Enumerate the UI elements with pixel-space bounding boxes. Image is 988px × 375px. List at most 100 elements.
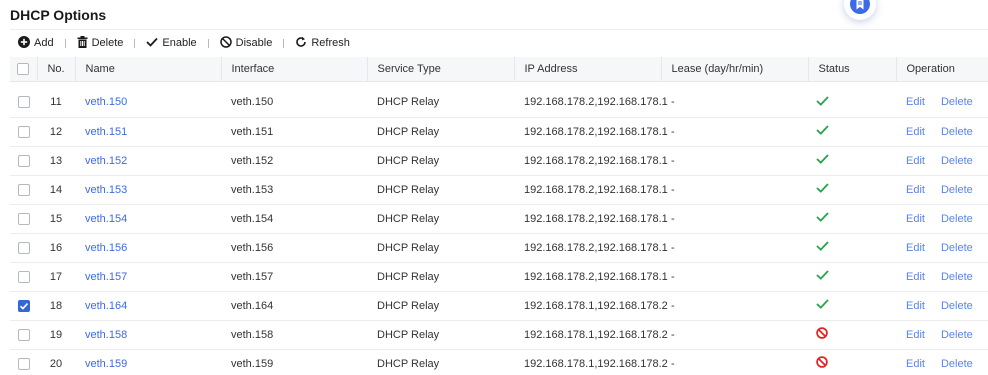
row-name-link[interactable]: veth.150 [75,88,221,117]
row-ip-address: 192.168.178.2,192.168.178.1 [524,183,668,196]
delete-link[interactable]: Delete [941,300,973,312]
row-checkbox[interactable] [10,262,37,291]
column-header-interface[interactable]: Interface [221,57,368,82]
column-header-service-type[interactable]: Service Type [367,57,515,82]
add-button[interactable]: Add [18,35,54,51]
select-all-checkbox[interactable] [10,57,38,82]
row-name-link[interactable]: veth.154 [75,204,221,233]
row-lease: - [671,270,675,283]
row-name-link[interactable]: veth.156 [75,233,221,262]
row-name-link[interactable]: veth.152 [75,146,221,175]
column-header-name[interactable]: Name [75,57,222,82]
edit-link[interactable]: Edit [906,242,925,254]
column-header-lease[interactable]: Lease (day/hr/min) [661,57,809,82]
row-lease: - [671,241,675,254]
row-number: 20 [49,357,63,370]
table-row[interactable]: 16 veth.156 veth.156 DHCP Relay 192.168.178.… [10,233,988,262]
edit-link[interactable]: Edit [906,271,925,283]
row-service-type: DHCP Relay [377,125,440,138]
table-row[interactable]: 20 veth.159 veth.159 DHCP Relay 192.168.178.… [10,349,988,375]
row-name-link[interactable]: veth.158 [75,320,221,349]
edit-link[interactable]: Edit [906,96,925,108]
row-checkbox[interactable] [10,204,37,233]
row-name-text[interactable]: veth.153 [85,184,127,196]
row-interface: veth.157 [231,270,274,283]
toolbar-divider [134,38,136,48]
row-checkbox[interactable] [10,88,37,117]
table-row[interactable]: 19 veth.158 veth.158 DHCP Relay 192.168.178.… [10,320,988,349]
delete-link[interactable]: Delete [941,96,973,108]
row-lease: - [671,96,675,109]
column-header-status[interactable]: Status [808,57,897,82]
row-operations: Edit Delete [896,291,988,320]
edit-link[interactable]: Edit [906,126,925,138]
table-header-row: No. Name Interface Service Type IP Addre… [10,57,988,82]
table-row[interactable]: 11 veth.150 veth.150 DHCP Relay 192.168.178.… [10,88,988,117]
row-name-text[interactable]: veth.158 [85,329,127,341]
row-name-text[interactable]: veth.156 [85,242,127,254]
refresh-label: Refresh [311,37,350,49]
row-name-link[interactable]: veth.153 [75,175,221,204]
row-service-type: DHCP Relay [377,328,440,341]
row-operations: Edit Delete [896,117,988,146]
delete-link[interactable]: Delete [941,126,973,138]
table-row[interactable]: 15 veth.154 veth.154 DHCP Relay 192.168.178.… [10,204,988,233]
status-enabled-check-icon [816,241,829,254]
row-status [808,262,896,291]
table-row[interactable]: 12 veth.151 veth.151 DHCP Relay 192.168.178.… [10,117,988,146]
row-name-link[interactable]: veth.151 [75,117,221,146]
edit-link[interactable]: Edit [906,213,925,225]
row-name-text[interactable]: veth.164 [85,300,127,312]
row-checkbox[interactable] [10,349,37,375]
row-interface: veth.159 [231,357,274,370]
edit-link[interactable]: Edit [906,184,925,196]
table-row[interactable]: 13 veth.152 veth.152 DHCP Relay 192.168.178.… [10,146,988,175]
edit-link[interactable]: Edit [906,300,925,312]
row-name-text[interactable]: veth.159 [85,358,127,370]
refresh-button[interactable]: Refresh [295,36,350,51]
row-checkbox[interactable] [10,175,37,204]
row-lease: - [671,154,675,167]
row-name-text[interactable]: veth.152 [85,155,127,167]
delete-button[interactable]: Delete [77,35,124,51]
row-checkbox[interactable] [10,146,37,175]
row-checkbox[interactable] [10,117,37,146]
row-service-type: DHCP Relay [377,183,440,196]
table-row[interactable]: 17 veth.157 veth.157 DHCP Relay 192.168.178.… [10,262,988,291]
header-spacer [10,81,988,88]
table-row[interactable]: 18 veth.164 veth.164 DHCP Relay 192.168.178.… [10,291,988,320]
delete-link[interactable]: Delete [941,155,973,167]
row-name-link[interactable]: veth.164 [75,291,221,320]
edit-link[interactable]: Edit [906,329,925,341]
delete-link[interactable]: Delete [941,358,973,370]
row-checkbox[interactable] [10,291,37,320]
edit-link[interactable]: Edit [906,358,925,370]
row-operations: Edit Delete [896,262,988,291]
disable-button[interactable]: Disable [219,35,272,51]
row-name-link[interactable]: veth.159 [75,349,221,375]
row-checkbox[interactable] [10,233,37,262]
delete-link[interactable]: Delete [941,242,973,254]
column-header-no[interactable]: No. [37,57,76,82]
row-name-text[interactable]: veth.157 [85,271,127,283]
row-name-link[interactable]: veth.157 [75,262,221,291]
row-number: 16 [49,241,63,254]
bookmark-float-button[interactable] [844,0,876,20]
column-header-ip-address[interactable]: IP Address [514,57,662,82]
row-status [808,320,896,349]
row-checkbox[interactable] [10,320,37,349]
delete-link[interactable]: Delete [941,329,973,341]
delete-link[interactable]: Delete [941,184,973,196]
row-name-text[interactable]: veth.154 [85,213,127,225]
edit-link[interactable]: Edit [906,155,925,167]
delete-label: Delete [91,37,124,49]
table-row[interactable]: 14 veth.153 veth.153 DHCP Relay 192.168.178.… [10,175,988,204]
delete-link[interactable]: Delete [941,271,973,283]
row-name-text[interactable]: veth.150 [85,96,127,108]
prohibit-icon [219,35,232,51]
row-name-text[interactable]: veth.151 [85,126,127,138]
row-interface: veth.152 [231,154,274,167]
enable-button[interactable]: Enable [146,37,197,50]
dhcp-options-table: No. Name Interface Service Type IP Addre… [10,57,988,375]
delete-link[interactable]: Delete [941,213,973,225]
